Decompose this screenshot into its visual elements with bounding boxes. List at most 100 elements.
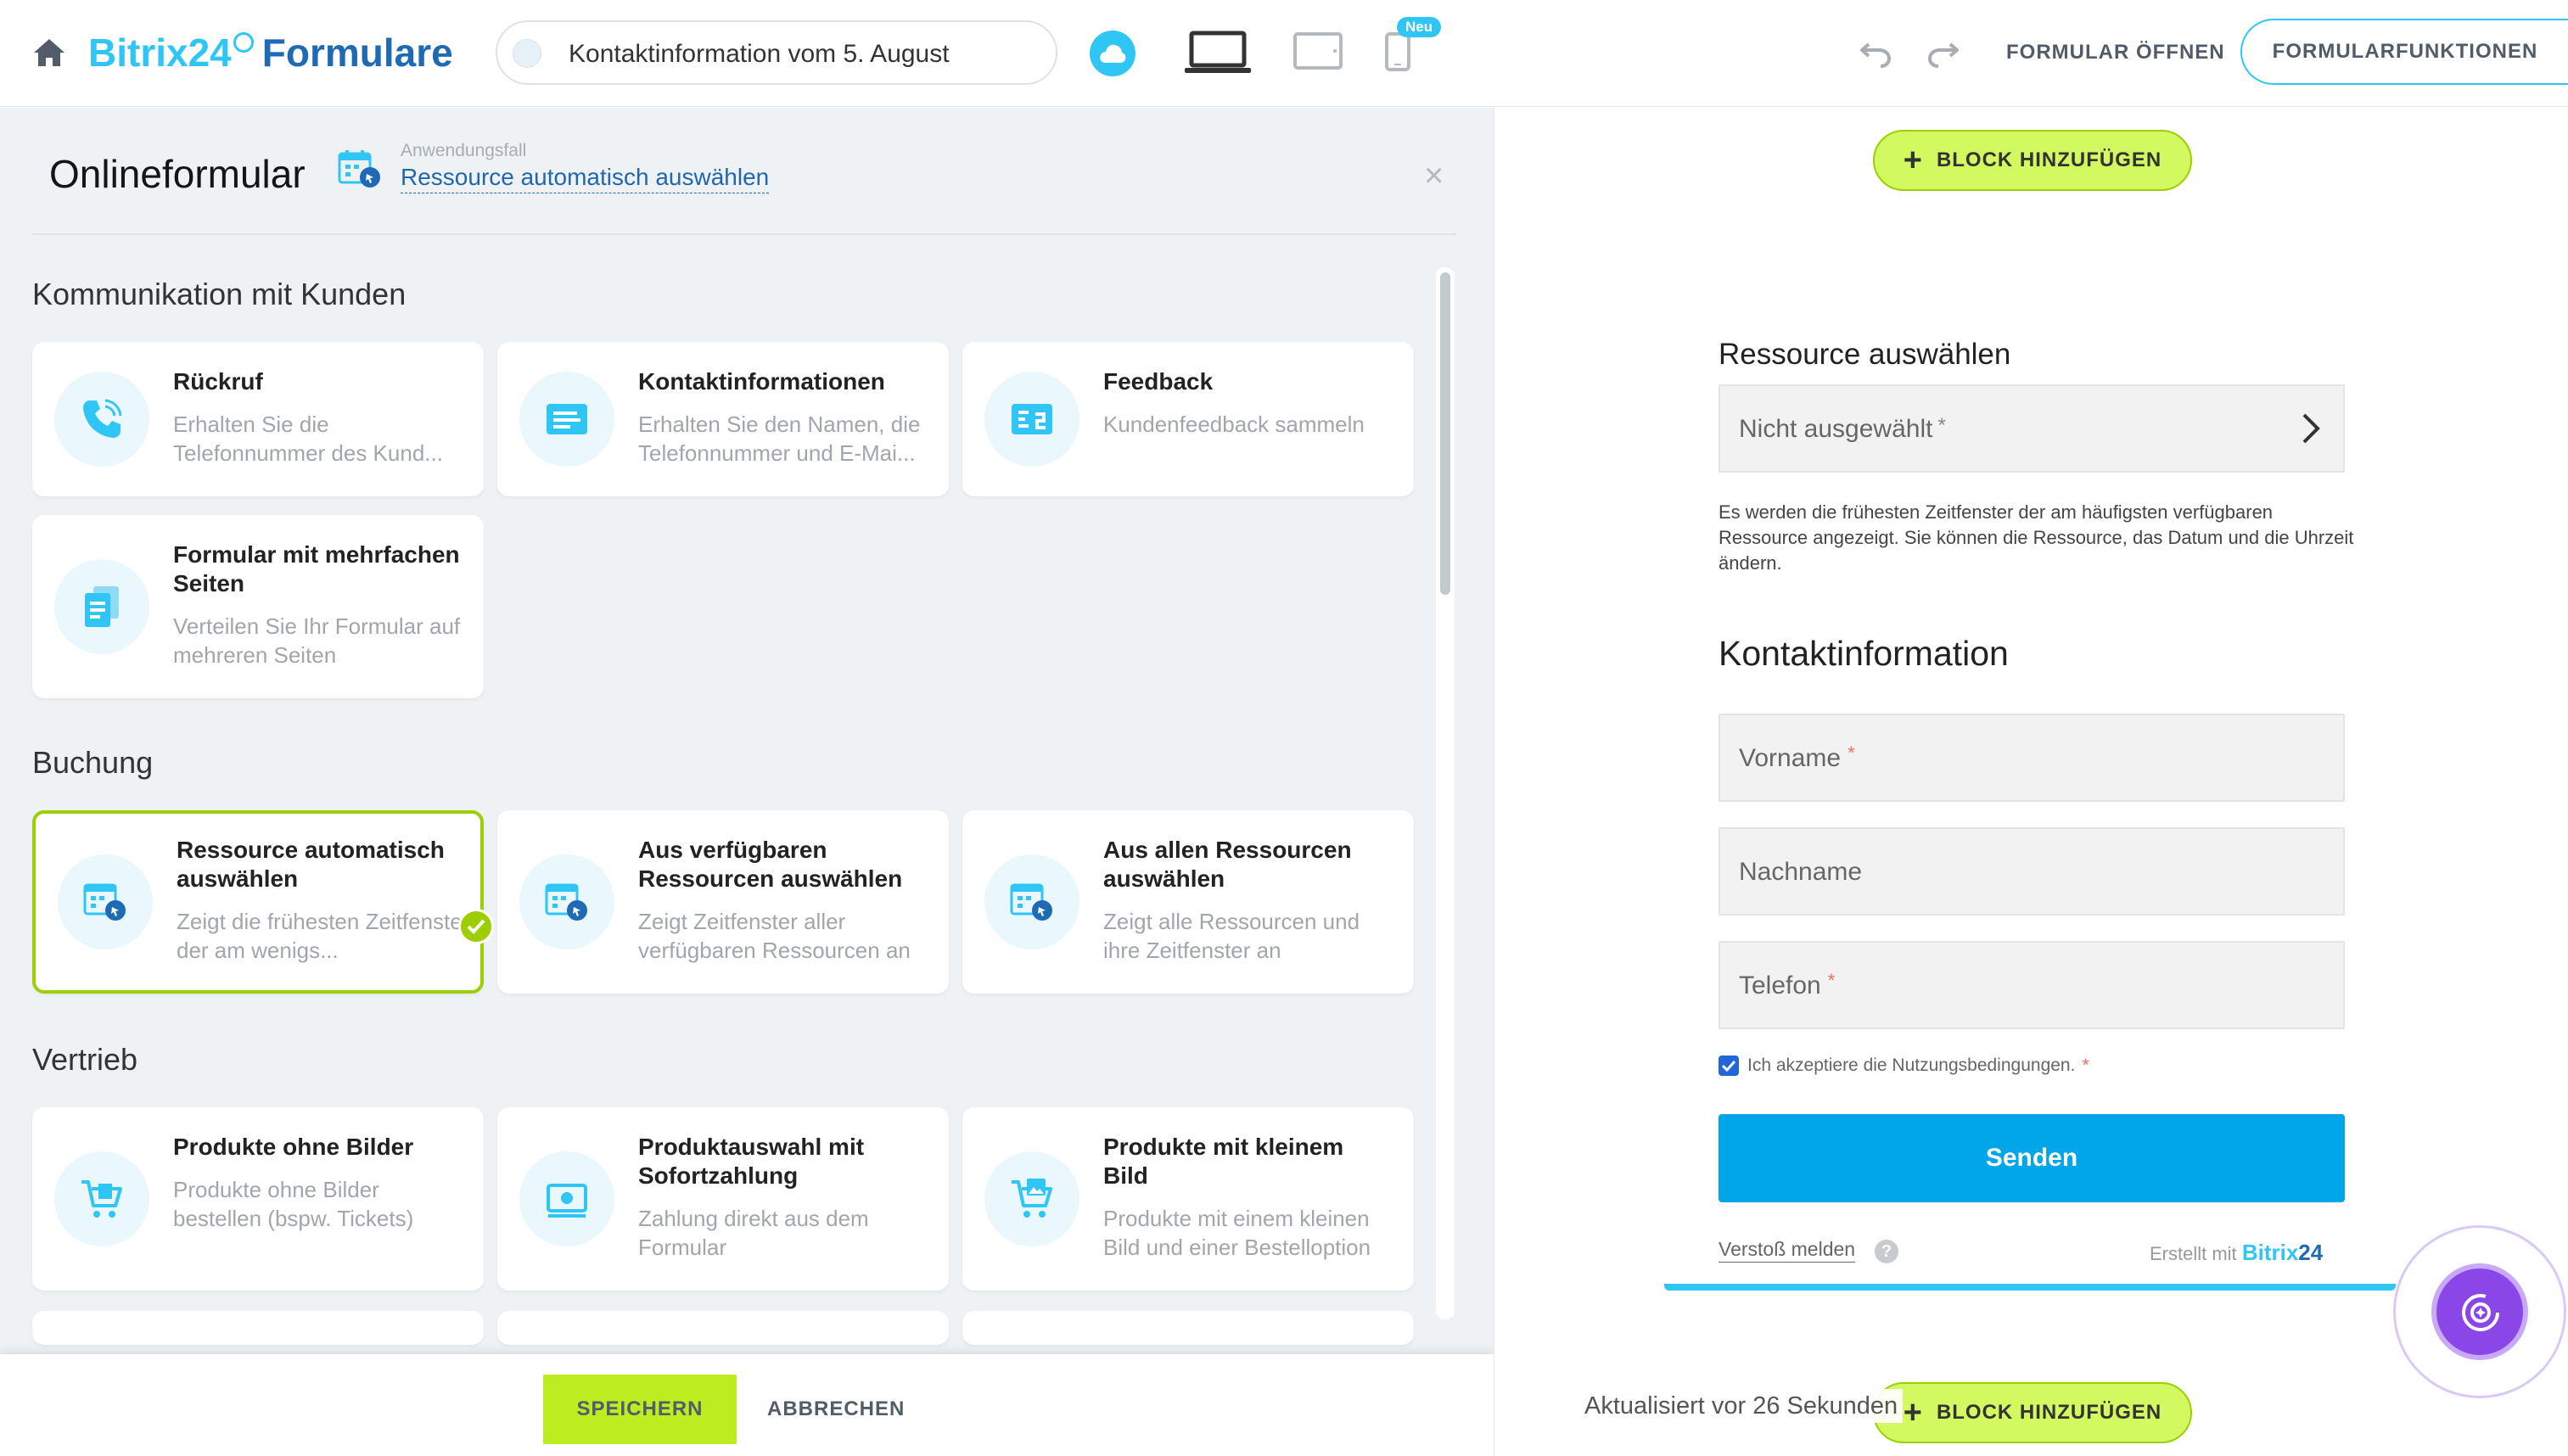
phone-label: Telefon * [1739,970,1836,1000]
card-products-instant-pay[interactable]: Produktauswahl mit Sofortzahlung Zahlung… [497,1107,949,1291]
card-title: Produkte mit kleinem Bild [1103,1134,1344,1189]
card-title: Aus allen Ressourcen auswählen [1103,837,1352,892]
divider [32,233,1456,235]
calendar-resource-icon [338,148,382,193]
feedback-icon [984,372,1079,467]
home-icon[interactable] [32,37,66,68]
first-name-field[interactable]: Vorname * [1719,714,2345,802]
cloud-icon[interactable] [1090,31,1135,76]
close-icon[interactable]: × [1424,159,1444,193]
required-mark: * [2082,1056,2089,1075]
card-title: Kontaktinformationen [638,368,885,395]
cart-image-icon [984,1151,1079,1246]
selected-check-icon [458,909,494,944]
panel-title: Onlineformular [49,152,306,196]
shopping-cart-icon [54,1151,149,1246]
add-block-label: BLOCK HINZUFÜGEN [1936,1401,2162,1424]
card-products-no-images[interactable]: Produkte ohne Bilder Produkte ohne Bilde… [32,1107,484,1291]
form-preview: + BLOCK HINZUFÜGEN Ressource auswählen Ni… [1494,108,2568,1456]
terms-label: Ich akzeptiere die Nutzungsbedingungen. [1747,1056,2076,1075]
form-thumbnail-icon [513,39,541,68]
open-form-link[interactable]: FORMULAR ÖFFNEN [2006,39,2225,66]
assistant-widget[interactable] [2393,1225,2566,1398]
calendar-resource-icon [519,854,614,949]
form-features-button[interactable]: FORMULARFUNKTIONEN [2240,19,2568,85]
contact-title: Kontaktinformation [1719,634,2009,673]
card-description: Verteilen Sie Ihr Formular auf mehreren … [173,613,461,668]
multipage-icon [54,559,149,654]
redo-icon[interactable] [1926,37,1960,72]
plus-icon: + [1903,1395,1923,1431]
section-title: Kommunikation mit Kunden [32,277,407,311]
help-icon[interactable]: ? [1875,1240,1898,1263]
first-name-label: Vorname * [1739,742,1855,772]
card-title: Produktauswahl mit Sofortzahlung [638,1134,865,1189]
top-bar: Bitrix24 Formulare Kontaktinformation vom… [0,0,2568,107]
card-description: Produkte mit einem kleinen Bild und eine… [1103,1206,1371,1260]
resource-select-label: Nicht ausgewählt * [1739,414,1946,443]
form-title-field[interactable]: Kontaktinformation vom 5. August [496,20,1057,85]
tablet-icon[interactable] [1293,32,1343,76]
payment-icon [519,1151,614,1246]
card-resource-available[interactable]: Aus verfügbaren Ressourcen auswählen Zei… [497,810,949,994]
phone-icon[interactable] [1385,32,1410,77]
card-callback[interactable]: Rückruf Erhalten Sie die Telefonnummer d… [32,342,484,496]
card-resource-auto[interactable]: Ressource automatisch auswählen Zeigt di… [32,810,484,994]
resource-select[interactable]: Nicht ausgewählt * [1719,384,2345,473]
plus-icon: + [1903,143,1923,178]
laptop-icon[interactable] [1185,31,1251,79]
card-description: Erhalten Sie den Namen, die Telefonnumme… [638,412,921,466]
form-bottom-border [1664,1284,2396,1291]
made-with-credit[interactable]: Erstellt mit Bitrix24 [2150,1240,2323,1267]
calendar-resource-icon [984,854,1079,949]
card-products-small-image[interactable]: Produkte mit kleinem Bild Produkte mit e… [962,1107,1414,1291]
section-title: Buchung [32,745,154,780]
form-type-panel: Onlineformular Anwendungsfall Ressource … [0,108,1494,1456]
phone-field[interactable]: Telefon * [1719,941,2345,1029]
contact-card-icon [519,372,614,467]
phone-call-icon [54,372,149,467]
clock-icon [233,32,254,53]
cancel-button[interactable]: ABBRECHEN [767,1375,905,1444]
app-logo[interactable]: Bitrix24 Formulare [88,25,453,80]
usecase-label: Anwendungsfall [401,141,527,160]
send-button[interactable]: Senden [1719,1114,2345,1202]
card-title: Aus verfügbaren Ressourcen auswählen [638,837,903,892]
card-feedback[interactable]: Feedback Kundenfeedback sammeln [962,342,1414,496]
scrollbar-thumb[interactable] [1440,272,1450,595]
card-description: Erhalten Sie die Telefonnummer des Kund.… [173,412,443,466]
card-title: Rückruf [173,368,263,395]
card-title: Formular mit mehrfachen Seiten [173,541,460,596]
card-resource-all[interactable]: Aus allen Ressourcen auswählen Zeigt all… [962,810,1414,994]
calendar-resource-icon [58,854,153,949]
card-multipage[interactable]: Formular mit mehrfachen Seiten Verteilen… [32,515,484,698]
card-title: Produkte ohne Bilder [173,1134,414,1160]
terms-checkbox[interactable] [1719,1056,1739,1076]
card-description: Zeigt alle Ressourcen und ihre Zeitfenst… [1103,909,1360,963]
card-partial[interactable] [497,1311,949,1345]
resource-title: Ressource auswählen [1719,338,2011,371]
card-contact-info[interactable]: Kontaktinformationen Erhalten Sie den Na… [497,342,949,496]
assistant-icon [2462,1294,2499,1331]
form-title-text: Kontaktinformation vom 5. August [569,40,950,68]
assistant-button[interactable] [2431,1263,2528,1360]
card-partial[interactable] [32,1311,484,1345]
card-description: Produkte ohne Bilder bestellen (bspw. Ti… [173,1177,414,1231]
report-abuse-link[interactable]: Verstoß melden [1719,1236,1856,1263]
card-title: Feedback [1103,368,1214,395]
save-button[interactable]: SPEICHERN [543,1375,737,1444]
card-partial[interactable] [962,1311,1414,1345]
card-title: Ressource automatisch auswählen [177,837,445,892]
chevron-right-icon [2301,412,2321,450]
last-name-label: Nachname [1739,858,1863,886]
resource-hint: Es werden die frühesten Zeitfenster der … [1719,501,2354,574]
section-title: Vertrieb [32,1042,138,1077]
last-name-field[interactable]: Nachname [1719,827,2345,916]
add-block-button[interactable]: + BLOCK HINZUFÜGEN [1873,130,2192,191]
action-bar: SPEICHERN ABBRECHEN [0,1354,1494,1456]
add-block-label: BLOCK HINZUFÜGEN [1936,148,2162,171]
card-description: Zeigt Zeitfenster aller verfügbaren Ress… [638,909,911,963]
add-block-button-bottom[interactable]: + BLOCK HINZUFÜGEN [1873,1382,2192,1443]
usecase-link[interactable]: Ressource automatisch auswählen [401,162,770,193]
undo-icon[interactable] [1859,37,1892,72]
